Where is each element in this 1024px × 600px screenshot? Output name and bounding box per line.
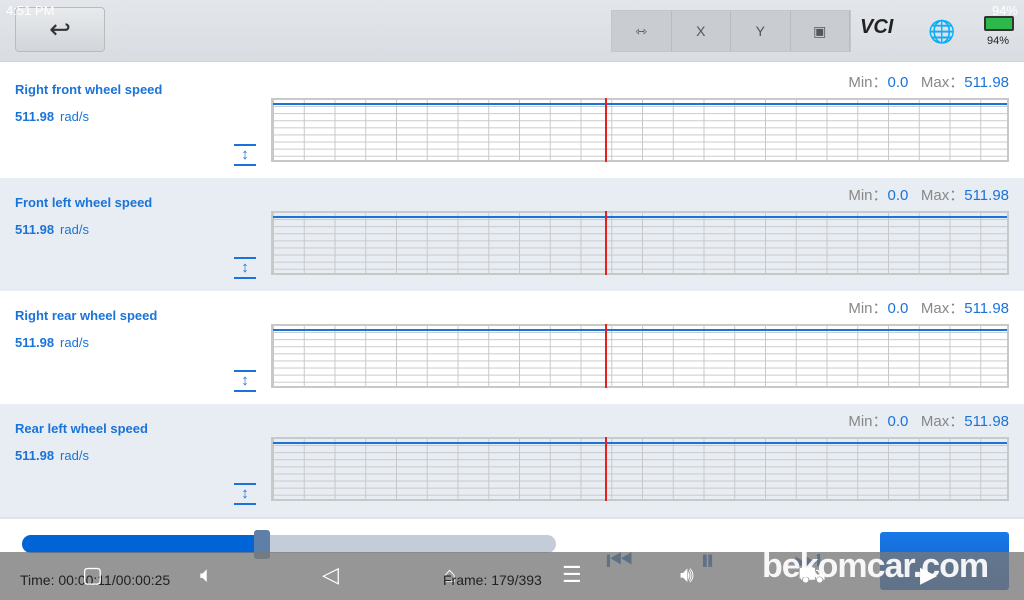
- graph[interactable]: [271, 437, 1009, 501]
- graph-panel: Front left wheel speed 511.98 rad/s ↕ Min…: [0, 178, 1024, 291]
- param-name: Right rear wheel speed: [15, 308, 158, 323]
- tool-group: ⇿ X Y ▣: [611, 10, 851, 52]
- param-value: 511.98 rad/s: [15, 335, 89, 350]
- progress-slider[interactable]: [22, 535, 556, 553]
- expand-icon[interactable]: ↕: [234, 144, 256, 166]
- expand-icon[interactable]: ↕: [234, 483, 256, 505]
- status-battery: 94%: [991, 3, 1018, 18]
- data-line: [273, 329, 1007, 331]
- top-toolbar: ↩ ⇿ X Y ▣ VCI 🌐 94%: [0, 0, 1024, 62]
- data-line: [273, 216, 1007, 218]
- screenshot-icon[interactable]: ▢: [82, 562, 103, 588]
- stretch-icon: ⇿: [635, 22, 648, 39]
- param-name: Right front wheel speed: [15, 82, 163, 97]
- graph[interactable]: [271, 98, 1009, 162]
- param-value: 511.98 rad/s: [15, 448, 89, 463]
- graph-panel: Right front wheel speed 511.98 rad/s ↕ Mi…: [0, 65, 1024, 178]
- frame-readout: Frame: 179/393: [443, 572, 542, 588]
- back-arrow-icon: ↩: [49, 14, 71, 44]
- graph-panel: Right rear wheel speed 511.98 rad/s ↕ Min…: [0, 291, 1024, 404]
- cursor-line[interactable]: [605, 324, 607, 388]
- graph-panel: Rear left wheel speed 511.98 rad/s ↕ Min：…: [0, 404, 1024, 517]
- expand-icon[interactable]: ↕: [234, 257, 256, 279]
- data-line: [273, 103, 1007, 105]
- param-value: 511.98 rad/s: [15, 222, 89, 237]
- volume-up-icon[interactable]: 🔊︎: [680, 562, 694, 588]
- min-max: Min：0.0 Max：511.98: [848, 413, 1009, 430]
- min-max: Min：0.0 Max：511.98: [848, 74, 1009, 91]
- zoom-y-icon: Y: [755, 23, 765, 39]
- volume-down-icon[interactable]: 🔈︎: [200, 562, 213, 588]
- min-max: Min：0.0 Max：511.98: [848, 300, 1009, 317]
- zoom-x-button[interactable]: X: [672, 11, 731, 51]
- battery-percent: 94%: [987, 35, 1010, 47]
- cursor-line[interactable]: [605, 437, 607, 501]
- zoom-x-icon: X: [696, 23, 706, 39]
- min-max: Min：0.0 Max：511.98: [848, 187, 1009, 204]
- param-name: Rear left wheel speed: [15, 421, 148, 436]
- monitor-icon: ▣: [813, 22, 827, 39]
- stretch-axis-button[interactable]: ⇿: [612, 11, 672, 51]
- monitor-button[interactable]: ▣: [791, 11, 850, 51]
- progress-fill: [22, 535, 263, 553]
- expand-icon[interactable]: ↕: [234, 370, 256, 392]
- battery-icon: [984, 16, 1014, 31]
- graph[interactable]: [271, 211, 1009, 275]
- graph[interactable]: [271, 324, 1009, 388]
- status-time: 4:51 PM: [6, 3, 55, 18]
- data-line: [273, 442, 1007, 444]
- back-nav-icon[interactable]: ◁: [322, 562, 339, 588]
- watermark: bekomcar.com: [762, 547, 989, 585]
- android-nav-bar: Time: 00:00:11/00:00:25 ▢ 🔈︎ ◁ ⌂ Frame: …: [0, 547, 1024, 600]
- param-value: 511.98 rad/s: [15, 109, 89, 124]
- menu-icon[interactable]: ☰: [562, 562, 582, 588]
- param-name: Front left wheel speed: [15, 195, 153, 210]
- cursor-line[interactable]: [605, 98, 607, 162]
- vci-status[interactable]: VCI: [860, 16, 893, 39]
- cursor-line[interactable]: [605, 211, 607, 275]
- zoom-y-button[interactable]: Y: [731, 11, 791, 51]
- network-icon[interactable]: 🌐: [928, 19, 955, 45]
